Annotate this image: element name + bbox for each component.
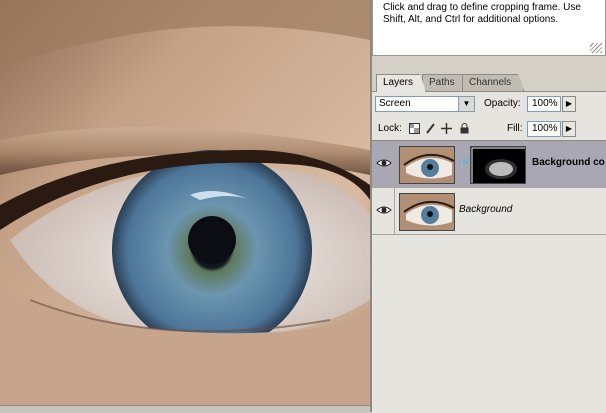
resize-grip-icon[interactable] — [590, 43, 602, 53]
lock-paint-icon[interactable] — [424, 122, 436, 134]
chevron-down-icon[interactable]: ▼ — [458, 97, 474, 111]
document-canvas[interactable] — [0, 0, 370, 405]
panel-tabs: Layers Paths Channels — [372, 74, 606, 91]
tab-paths[interactable]: Paths — [422, 74, 468, 91]
panels-dock: Click and drag to define cropping frame.… — [372, 0, 606, 413]
layer-name[interactable]: Background co — [532, 157, 605, 168]
layers-panel: Screen ▼ Opacity: 100% ▶ Lock: Fill: 100… — [372, 91, 606, 413]
layer-thumbnail — [399, 146, 455, 184]
opacity-input[interactable]: 100% — [527, 96, 561, 112]
eye-icon[interactable] — [376, 155, 392, 171]
opacity-label: Opacity: — [484, 98, 521, 109]
visibility-cell[interactable] — [372, 188, 395, 234]
info-panel: Click and drag to define cropping frame.… — [372, 0, 606, 56]
lock-all-icon[interactable] — [458, 122, 470, 134]
eye-photo — [0, 0, 370, 405]
layer-name[interactable]: Background — [459, 204, 512, 215]
layer-row-background[interactable]: Background — [372, 188, 606, 235]
lock-move-icon[interactable] — [440, 122, 452, 134]
fill-label: Fill: — [507, 123, 523, 134]
fill-input[interactable]: 100% — [527, 121, 561, 137]
lock-transparent-icon[interactable] — [408, 122, 420, 134]
opacity-slider-arrow-icon[interactable]: ▶ — [562, 96, 576, 112]
lock-label: Lock: — [378, 123, 402, 134]
fill-slider-arrow-icon[interactable]: ▶ — [562, 121, 576, 137]
eye-icon[interactable] — [376, 202, 392, 218]
layer-thumbnail — [399, 193, 455, 231]
tab-channels[interactable]: Channels — [462, 74, 524, 91]
tab-layers[interactable]: Layers — [376, 74, 426, 92]
link-chain-icon[interactable]: 🔗 — [458, 157, 470, 168]
layer-mask-thumbnail[interactable] — [470, 146, 526, 184]
visibility-cell[interactable] — [372, 141, 395, 187]
layer-row-background-copy[interactable]: 🔗 Background co — [372, 141, 606, 188]
blend-mode-select[interactable]: Screen ▼ — [375, 96, 475, 112]
tool-hint-text: Click and drag to define cropping frame.… — [383, 2, 581, 25]
blend-mode-value: Screen — [379, 98, 411, 109]
